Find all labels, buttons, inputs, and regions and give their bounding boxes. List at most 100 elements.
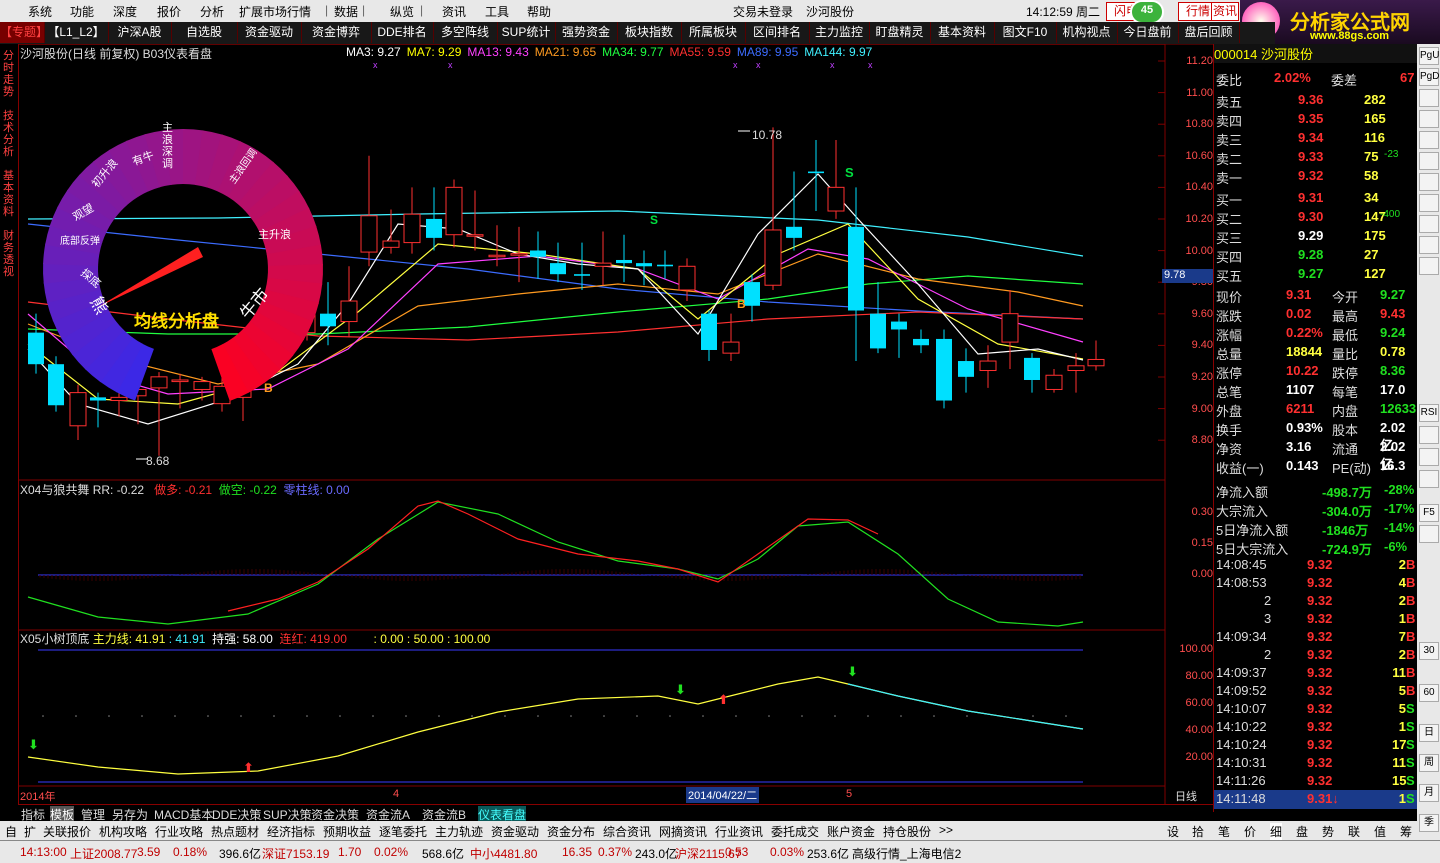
stat-row: 涨停 10.22 跌停 8.36 bbox=[1216, 363, 1406, 381]
quote-tab[interactable]: 细 bbox=[1270, 823, 1283, 840]
toolbar-item[interactable]: 图文F10 bbox=[994, 22, 1057, 43]
price-tick: 10.60 bbox=[1185, 149, 1213, 162]
toolbar-item[interactable]: 多空阵线 bbox=[433, 22, 498, 43]
info-tab[interactable]: 账户资金 bbox=[827, 823, 875, 840]
tab-technical[interactable]: 技术分析 bbox=[1, 110, 16, 158]
candle-down bbox=[891, 321, 907, 330]
toolbar-item[interactable]: 今日盘前 bbox=[1117, 22, 1179, 43]
news-button[interactable]: 资讯 bbox=[1211, 2, 1239, 21]
toolbar-item[interactable]: SUP统计 bbox=[497, 22, 556, 43]
info-tab[interactable]: 行业资讯 bbox=[715, 823, 763, 840]
toolbar-item[interactable]: 【L1_L2】 bbox=[44, 22, 109, 43]
side-tool-button[interactable] bbox=[1419, 131, 1439, 149]
tab-financial[interactable]: 财务透视 bbox=[1, 230, 16, 278]
info-tab[interactable]: 委托成交 bbox=[771, 823, 819, 840]
info-tab[interactable]: 逐笔委托 bbox=[379, 823, 427, 840]
side-tool-button[interactable] bbox=[1419, 448, 1439, 466]
side-tool-button[interactable]: 日 bbox=[1419, 724, 1439, 742]
menu-system[interactable]: 系统 bbox=[28, 3, 52, 20]
side-tool-button[interactable]: 周 bbox=[1419, 754, 1439, 772]
info-tab[interactable]: 机构攻略 bbox=[99, 823, 147, 840]
side-tool-button[interactable] bbox=[1419, 152, 1439, 170]
info-tab[interactable]: >> bbox=[939, 823, 953, 837]
info-tab[interactable]: 经济指标 bbox=[267, 823, 315, 840]
top-marker: x bbox=[756, 60, 761, 70]
menu-help[interactable]: 帮助 bbox=[527, 3, 551, 20]
notification-badge[interactable]: 45 bbox=[1130, 0, 1164, 24]
quote-tab[interactable]: 值 bbox=[1374, 823, 1386, 840]
side-tool-button[interactable]: PgDn bbox=[1419, 68, 1440, 86]
toolbar-item[interactable]: 所属板块 bbox=[681, 22, 746, 43]
side-tool-button[interactable] bbox=[1419, 173, 1439, 191]
price-tick: 9.00 bbox=[1191, 402, 1213, 415]
info-tab[interactable]: 综合资讯 bbox=[603, 823, 651, 840]
side-tool-button[interactable] bbox=[1419, 110, 1439, 128]
quote-tab[interactable]: 联 bbox=[1348, 823, 1360, 840]
side-tool-button[interactable]: 60 bbox=[1419, 684, 1439, 702]
toolbar-item[interactable]: 区间排名 bbox=[745, 22, 810, 43]
side-tool-button[interactable]: 月 bbox=[1419, 784, 1439, 802]
menu-depth[interactable]: 深度 bbox=[113, 3, 137, 20]
toolbar-item[interactable]: 资金博弈 bbox=[301, 22, 372, 43]
mid-dot bbox=[603, 715, 605, 717]
toolbar-item[interactable]: 资金驱动 bbox=[237, 22, 302, 43]
menu-tools[interactable]: 工具 bbox=[485, 3, 509, 20]
quote-tab[interactable]: 势 bbox=[1322, 823, 1334, 840]
tab-intraday[interactable]: 分时走势 bbox=[1, 50, 16, 98]
toolbar-item[interactable]: 【专题】 bbox=[0, 22, 48, 43]
info-tab[interactable]: 资金分布 bbox=[547, 823, 595, 840]
status-item: 14:13:00 bbox=[20, 845, 67, 859]
tab-basic-info[interactable]: 基本资料 bbox=[1, 170, 16, 218]
clock: 14:12:59 周二 bbox=[1026, 5, 1101, 19]
info-tab[interactable]: 主力轨迹 bbox=[435, 823, 483, 840]
side-tool-button[interactable]: PgUp bbox=[1419, 47, 1440, 65]
side-tool-button[interactable] bbox=[1419, 257, 1439, 275]
ind2-tick: 40.00 bbox=[1185, 724, 1213, 736]
info-tab[interactable]: 自 bbox=[5, 823, 17, 840]
info-tab[interactable]: 关联报价 bbox=[43, 823, 91, 840]
side-tool-button[interactable] bbox=[1419, 215, 1439, 233]
side-tool-button[interactable] bbox=[1419, 194, 1439, 212]
toolbar-item[interactable]: 主力监控 bbox=[809, 22, 870, 43]
toolbar-item[interactable]: 板块指数 bbox=[617, 22, 682, 43]
toolbar-item[interactable]: 机构视点 bbox=[1056, 22, 1118, 43]
menu-data[interactable]: 数据 bbox=[334, 3, 358, 20]
menu-news[interactable]: 资讯 bbox=[442, 3, 466, 20]
info-tab[interactable]: 扩 bbox=[24, 823, 36, 840]
info-tab[interactable]: 资金驱动 bbox=[491, 823, 539, 840]
info-tab[interactable]: 预期收益 bbox=[323, 823, 371, 840]
toolbar-item[interactable]: 盯盘精灵 bbox=[869, 22, 931, 43]
info-tab[interactable]: 热点题材 bbox=[211, 823, 259, 840]
info-tab[interactable]: 网摘资讯 bbox=[659, 823, 707, 840]
side-tool-button[interactable] bbox=[1419, 236, 1439, 254]
quote-tab[interactable]: 笔 bbox=[1218, 823, 1230, 840]
toolbar-item[interactable]: 基本资料 bbox=[930, 22, 995, 43]
info-tab[interactable]: 拾 bbox=[1192, 823, 1204, 840]
info-tab[interactable]: 设 bbox=[1167, 823, 1179, 840]
side-tool-button[interactable] bbox=[1419, 525, 1439, 543]
side-tool-button[interactable]: 季 bbox=[1419, 814, 1439, 832]
toolbar-item[interactable]: 盘后回顾 bbox=[1178, 22, 1240, 43]
side-tool-button[interactable]: 30 bbox=[1419, 642, 1439, 660]
toolbar-item[interactable]: DDE排名 bbox=[371, 22, 434, 43]
period-label[interactable]: 日线 bbox=[1175, 788, 1197, 804]
toolbar-item[interactable]: 自选股 bbox=[171, 22, 238, 43]
info-tab[interactable]: 持仓股份 bbox=[883, 823, 931, 840]
info-tab[interactable]: 行业攻略 bbox=[155, 823, 203, 840]
menu-overview[interactable]: 纵览 bbox=[390, 3, 414, 20]
side-tool-button[interactable] bbox=[1419, 470, 1439, 488]
menu-extended-market[interactable]: 扩展市场行情 bbox=[239, 3, 311, 20]
quote-tab[interactable]: 筹 bbox=[1400, 823, 1412, 840]
side-tool-button[interactable] bbox=[1419, 426, 1439, 444]
menu-analysis[interactable]: 分析 bbox=[200, 3, 224, 20]
quote-tab[interactable]: 盘 bbox=[1296, 823, 1308, 840]
chart-canvas[interactable]: x x x x x x ⬇ ⬆ ⬇ ⬆ ⬇ bbox=[18, 44, 1213, 804]
quote-tab[interactable]: 价 bbox=[1244, 823, 1256, 840]
toolbar-item[interactable]: 强势资金 bbox=[555, 22, 618, 43]
toolbar-item[interactable]: 沪深A股 bbox=[108, 22, 172, 43]
menu-function[interactable]: 功能 bbox=[70, 3, 94, 20]
side-tool-button[interactable]: F5 bbox=[1419, 504, 1439, 522]
side-tool-button[interactable]: RSI bbox=[1419, 404, 1439, 422]
side-tool-button[interactable] bbox=[1419, 89, 1439, 107]
menu-quote[interactable]: 报价 bbox=[157, 3, 181, 20]
